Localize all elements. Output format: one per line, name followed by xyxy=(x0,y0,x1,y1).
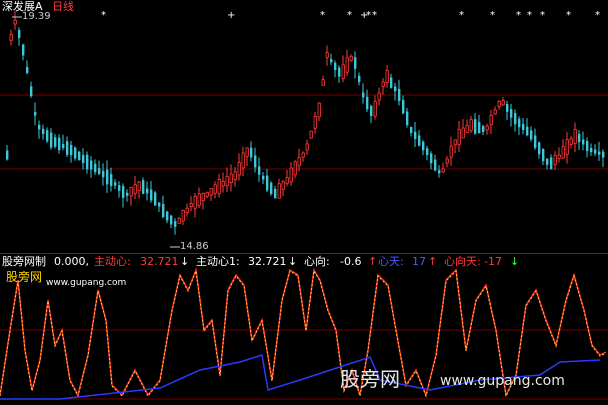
indicator-panel[interactable] xyxy=(0,0,608,405)
watermark-name: 股旁网 xyxy=(340,367,400,391)
watermark-url: www.gupang.com xyxy=(440,373,565,389)
stock-chart-window: 深发展A 日线 19.39 14.86 * + * * + * * * * * … xyxy=(0,0,608,405)
